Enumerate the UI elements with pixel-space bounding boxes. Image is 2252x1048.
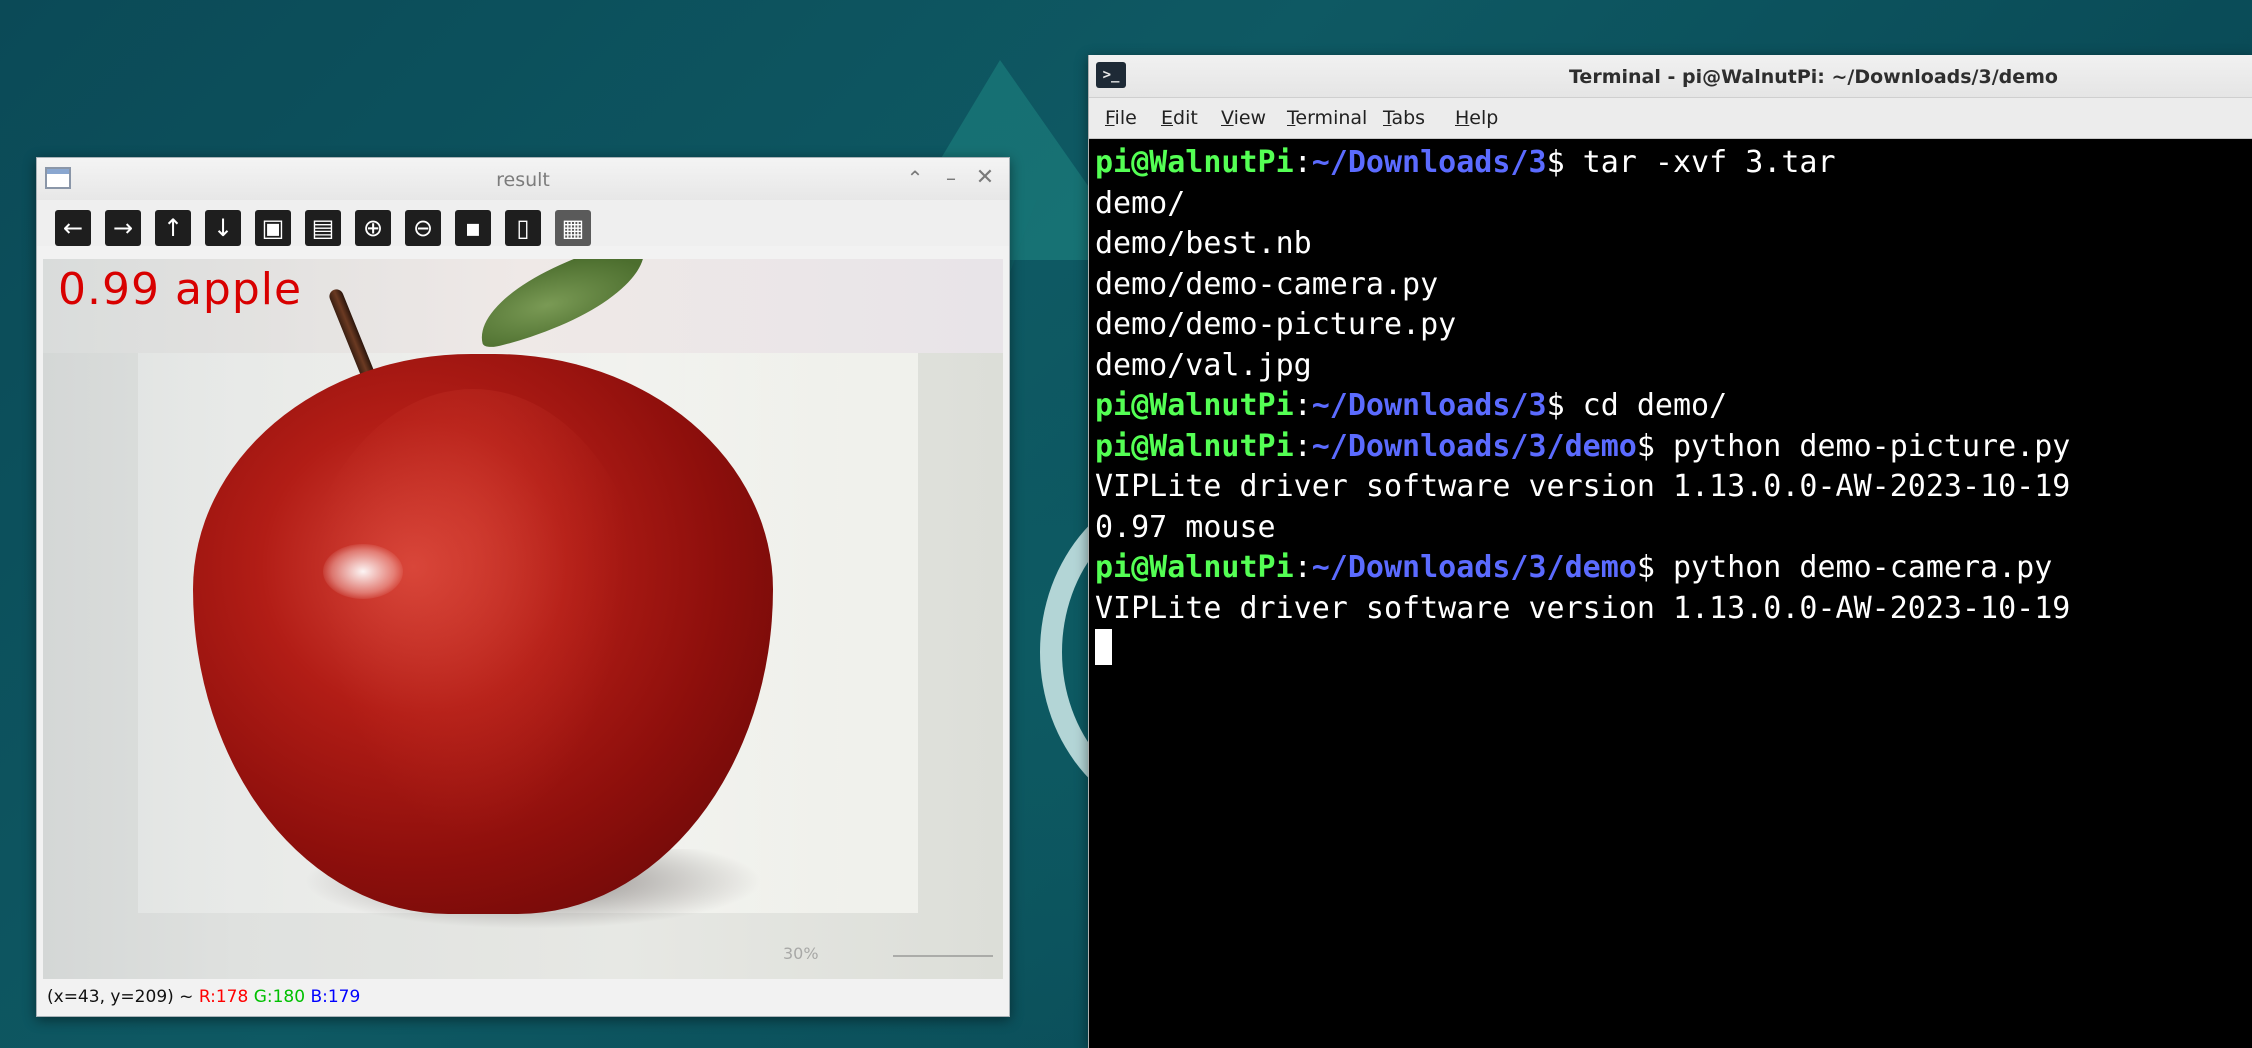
output-text: demo/demo-picture.py (1095, 307, 1457, 342)
output-text: demo/val.jpg (1095, 347, 1312, 383)
close-icon[interactable]: ✕ (973, 166, 997, 190)
prompt-separator: : (1293, 428, 1312, 464)
status-green-value: G:180 (253, 987, 306, 1007)
output-text: 0.97 mouse (1095, 509, 1276, 545)
result-titlebar[interactable]: result ⌃ – ✕ (37, 158, 1009, 201)
terminal-output[interactable]: pi@WalnutPi:~/Downloads/3$ tar -xvf 3.ta… (1089, 139, 2252, 1048)
pan-up-button[interactable]: ↑ (155, 210, 191, 246)
terminal-line: VIPLite driver software version 1.13.0.0… (1095, 467, 2247, 508)
menu-file[interactable]: File (1105, 107, 1137, 129)
menu-help[interactable]: Help (1455, 107, 1498, 129)
maximize-icon[interactable]: ⌃ (903, 166, 927, 190)
output-text: demo/best.nb (1095, 226, 1312, 261)
zoom-original-button[interactable]: ▤ (305, 210, 341, 246)
pan-right-button[interactable]: → (105, 210, 141, 246)
terminal-line: 0.97 mouse (1095, 508, 2247, 549)
output-text: demo/demo-camera.py (1095, 266, 1439, 302)
menu-terminal[interactable]: Terminal (1287, 107, 1367, 129)
zoom-out-icon: ⊖ (412, 214, 434, 242)
terminal-line: demo/demo-camera.py (1095, 265, 2247, 306)
terminal-line: demo/best.nb (1095, 224, 2247, 265)
prompt-separator: : (1293, 388, 1312, 423)
arrow-right-icon: → (112, 214, 134, 242)
terminal-cursor (1095, 629, 1112, 665)
terminal-app-icon[interactable]: >_ (1096, 62, 1126, 88)
clipboard-icon: ▯ (516, 214, 530, 242)
arrow-left-icon: ← (62, 214, 84, 242)
terminal-menubar: File Edit View Terminal Tabs Help (1089, 98, 2252, 139)
terminal-line: demo/val.jpg (1095, 346, 2247, 387)
status-coords: (x=43, y=209) ~ (47, 987, 194, 1007)
zoom-in-button[interactable]: ⊕ (355, 210, 391, 246)
pan-down-button[interactable]: ↓ (205, 210, 241, 246)
image-zoom-icon: ▤ (311, 214, 335, 242)
detection-label: 0.99 apple (58, 264, 303, 315)
arrow-up-icon: ↑ (162, 214, 184, 242)
background-screen-ui: 30% (473, 944, 993, 968)
terminal-line: pi@WalnutPi:~/Downloads/3$ tar -xvf 3.ta… (1095, 143, 2247, 184)
prompt-path: ~/Downloads/3 (1311, 145, 1547, 180)
copy-clipboard-button[interactable]: ▯ (505, 210, 541, 246)
output-text: VIPLite driver software version 1.13.0.0… (1095, 469, 2071, 504)
prompt-command: $ python demo-camera.py (1636, 550, 2053, 585)
terminal-line: pi@WalnutPi:~/Downloads/3$ cd demo/ (1095, 386, 2247, 427)
terminal-line: demo/ (1095, 184, 2247, 225)
terminal-line: demo/demo-picture.py (1095, 305, 2247, 346)
menu-edit[interactable]: Edit (1161, 107, 1198, 129)
prompt-user: pi@WalnutPi (1095, 145, 1294, 180)
prompt-separator: : (1293, 550, 1312, 585)
prompt-command: $ python demo-picture.py (1636, 428, 2071, 464)
result-window-title: result (496, 169, 550, 191)
prompt-path: ~/Downloads/3 (1311, 388, 1547, 423)
output-text: VIPLite driver software version 1.13.0.0… (1095, 590, 2071, 626)
prompt-separator: : (1293, 145, 1312, 180)
menu-tabs[interactable]: Tabs (1383, 107, 1425, 129)
properties-button[interactable]: ▦ (555, 210, 591, 246)
terminal-titlebar[interactable]: >_ Terminal - pi@WalnutPi: ~/Downloads/3… (1089, 55, 2252, 98)
arrow-down-icon: ↓ (212, 214, 234, 242)
apple-shading (293, 389, 653, 889)
menu-view[interactable]: View (1221, 107, 1266, 129)
zoom-fit-button[interactable]: ▣ (255, 210, 291, 246)
prompt-path: ~/Downloads/3/demo (1311, 428, 1637, 464)
terminal-line: VIPLite driver software version 1.13.0.0… (1095, 589, 2247, 630)
prompt-user: pi@WalnutPi (1095, 428, 1294, 464)
save-button[interactable]: ▪ (455, 210, 491, 246)
zoom-in-icon: ⊕ (362, 214, 384, 242)
prompt-user: pi@WalnutPi (1095, 388, 1294, 423)
status-red-value: R:178 (198, 987, 249, 1007)
status-blue-value: B:179 (310, 987, 361, 1007)
terminal-window[interactable]: >_ Terminal - pi@WalnutPi: ~/Downloads/3… (1088, 55, 2252, 1048)
prompt-user: pi@WalnutPi (1095, 550, 1294, 585)
terminal-line: pi@WalnutPi:~/Downloads/3/demo$ python d… (1095, 548, 2247, 589)
prompt-command: $ tar -xvf 3.tar (1546, 145, 1836, 180)
prompt-command: $ cd demo/ (1546, 388, 1728, 423)
terminal-cursor-line (1095, 629, 2247, 670)
terminal-window-title: Terminal - pi@WalnutPi: ~/Downloads/3/de… (1569, 66, 2058, 88)
camera-image[interactable]: 30% 0.99 apple (43, 259, 1003, 979)
apple-highlight (323, 544, 403, 599)
pan-left-button[interactable]: ← (55, 210, 91, 246)
output-text: demo/ (1095, 185, 1186, 221)
save-icon: ▪ (464, 214, 482, 242)
background-slider (893, 955, 993, 957)
minimize-icon[interactable]: – (939, 166, 963, 190)
terminal-line: pi@WalnutPi:~/Downloads/3/demo$ python d… (1095, 427, 2247, 468)
background-zoom-text: 30% (783, 944, 819, 963)
prompt-path: ~/Downloads/3/demo (1311, 550, 1637, 585)
pixel-status-bar: (x=43, y=209) ~ R:178 G:180 B:179 (37, 979, 1009, 1015)
zoom-out-button[interactable]: ⊖ (405, 210, 441, 246)
image-icon: ▣ (261, 214, 285, 242)
image-toolbar: ← → ↑ ↓ ▣ ▤ ⊕ ⊖ ▪ ▯ ▦ (37, 200, 1009, 246)
desktop: result ⌃ – ✕ ← → ↑ ↓ ▣ ▤ ⊕ ⊖ ▪ ▯ ▦ 30% 0.99 apple … (0, 0, 2252, 1048)
properties-icon: ▦ (561, 214, 585, 242)
result-window[interactable]: result ⌃ – ✕ ← → ↑ ↓ ▣ ▤ ⊕ ⊖ ▪ ▯ ▦ 30% 0.99 apple … (36, 157, 1010, 1017)
